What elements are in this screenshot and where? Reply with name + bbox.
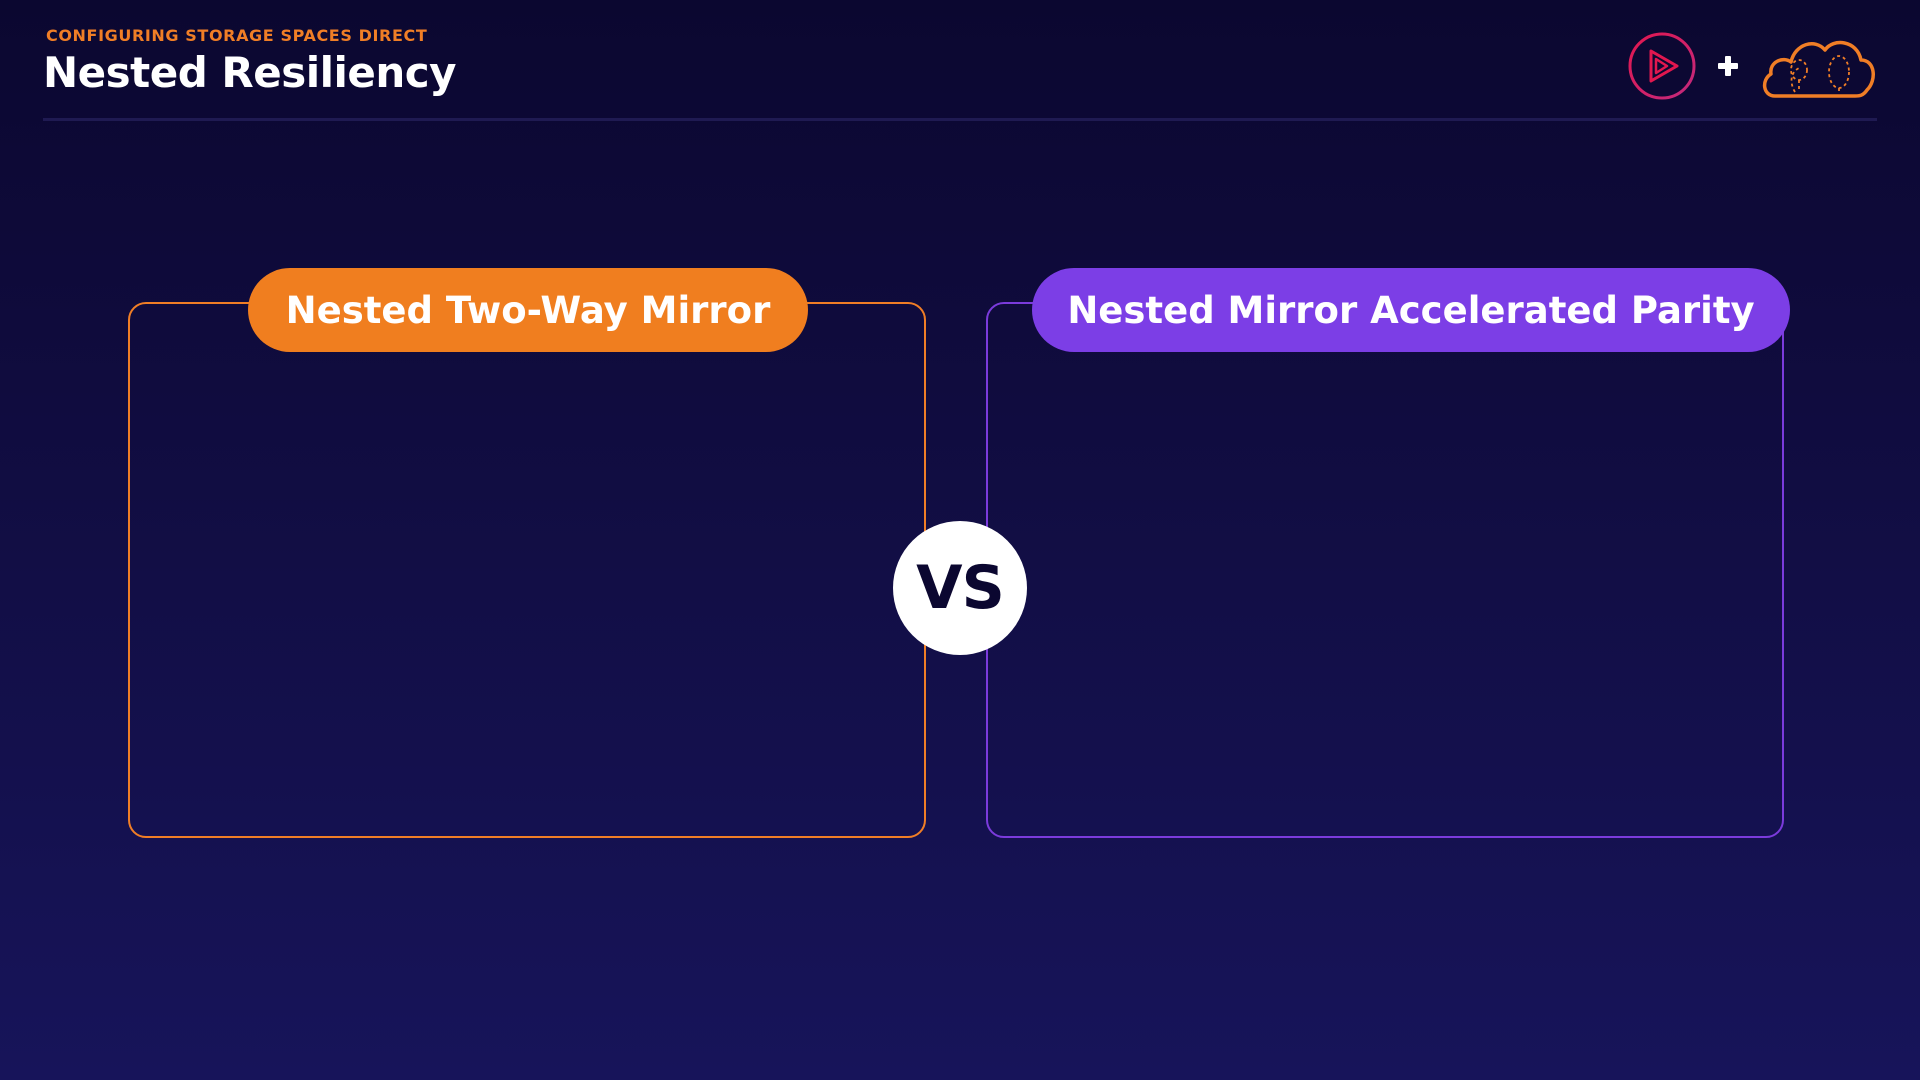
slide-title: Nested Resiliency [43, 48, 457, 97]
nested-mirror-accelerated-parity-panel [986, 302, 1784, 838]
plus-icon [1718, 56, 1738, 76]
logo-group [1627, 30, 1877, 102]
nested-mirror-accelerated-parity-label: Nested Mirror Accelerated Parity [1032, 268, 1790, 352]
header-divider [43, 118, 1877, 121]
cloud-tree-logo-icon [1762, 40, 1875, 98]
play-logo-icon [1628, 32, 1696, 100]
section-eyebrow: CONFIGURING STORAGE SPACES DIRECT [46, 26, 428, 45]
nested-two-way-mirror-panel [128, 302, 926, 838]
versus-badge: VS [893, 521, 1027, 655]
nested-two-way-mirror-label: Nested Two-Way Mirror [248, 268, 808, 352]
